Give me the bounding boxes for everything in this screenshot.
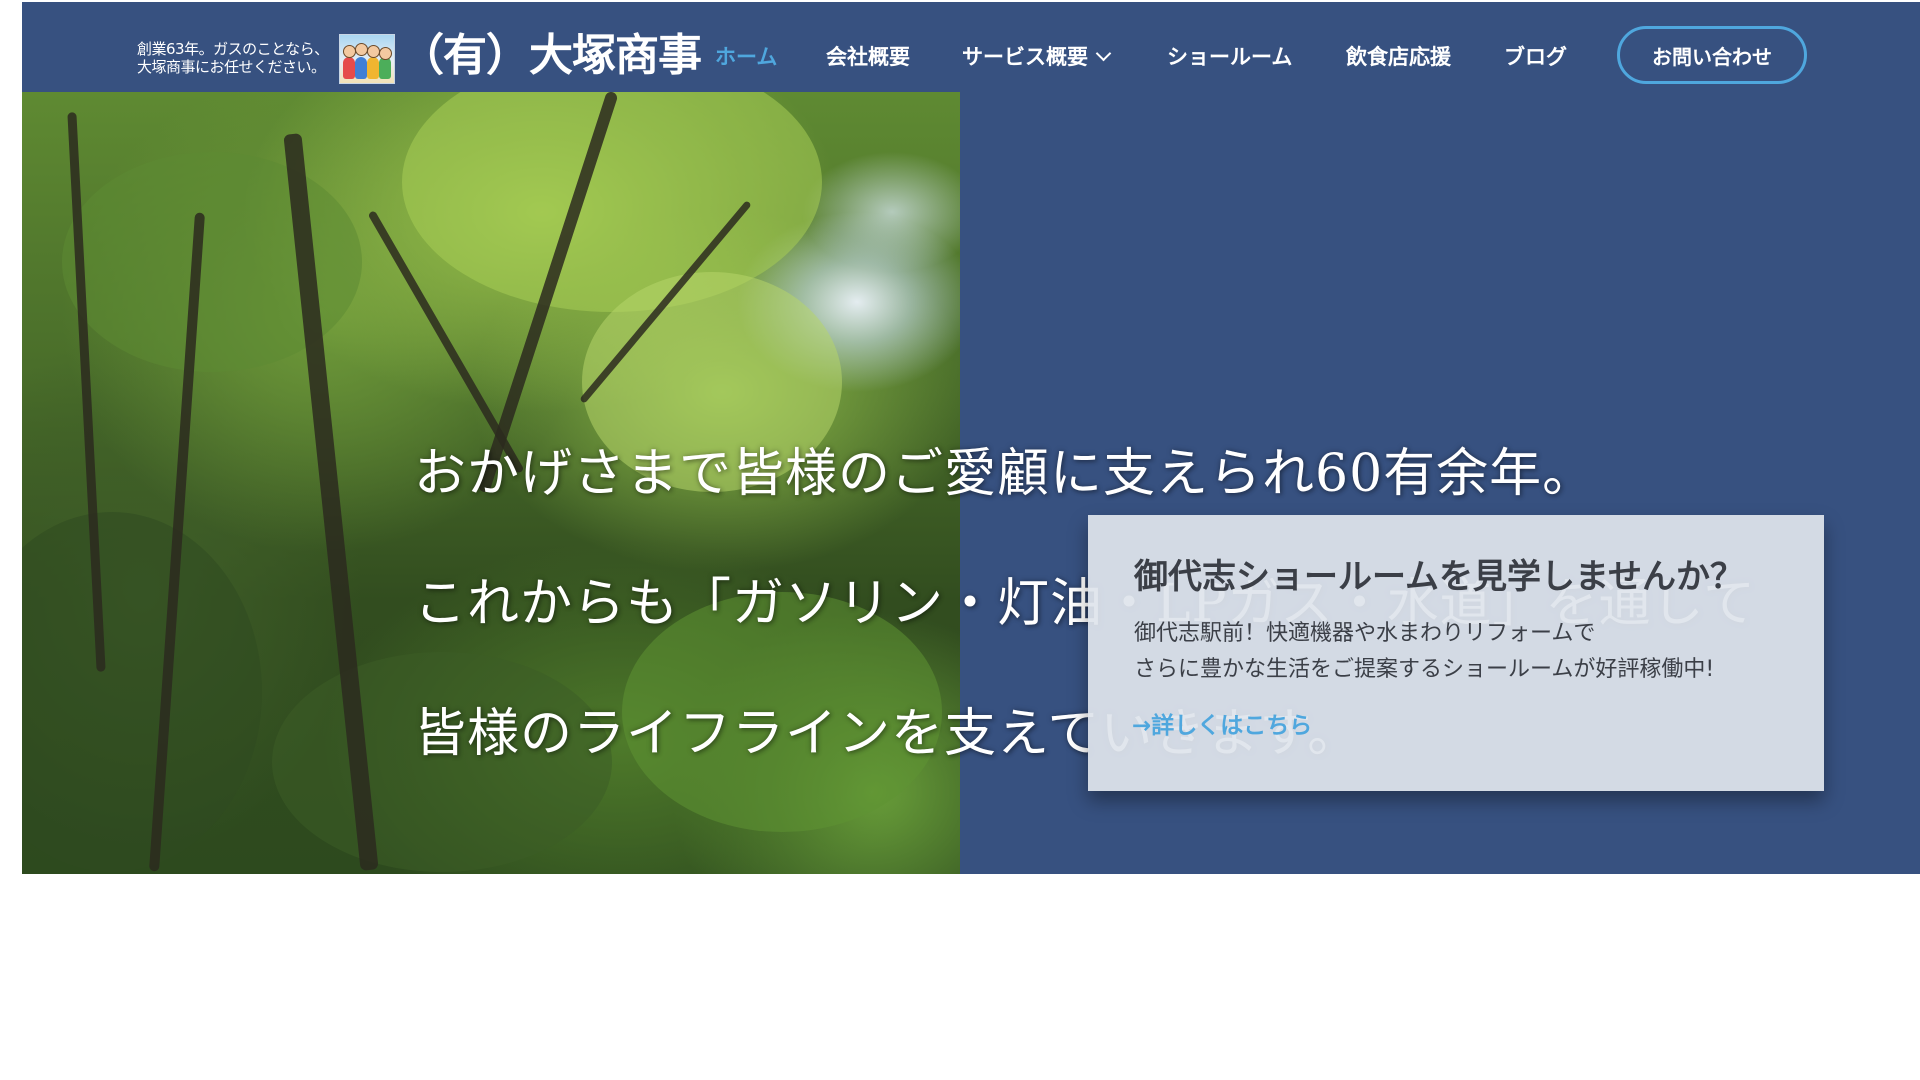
nav-item-restaurant-support[interactable]: 飲食店応援 [1346,40,1451,74]
nav-item-services[interactable]: サービス概要 [962,40,1112,74]
nav-item-showroom[interactable]: ショールーム [1167,40,1292,74]
card-text-1: 御代志駅前！快適機器や水まわりリフォームで [1134,621,1596,646]
card-details-link[interactable]: →詳しくはこちら [1132,711,1312,741]
foliage [22,512,262,872]
page: 創業63年。ガスのことなら、 大塚商事にお任せください。 （有）大塚商事 ホーム… [0,0,1920,1080]
contact-button[interactable]: お問い合わせ [1617,26,1807,84]
card-title: 御代志ショールームを見学しませんか？ [1134,557,1744,597]
nav-item-blog[interactable]: ブログ [1504,40,1567,74]
showroom-card: 御代志ショールームを見学しませんか？ 御代志駅前！快適機器や水まわりリフォームで… [1088,515,1824,791]
nav-item-home[interactable]: ホーム [715,40,777,74]
card-text-2: さらに豊かな生活をご提案するショールームが好評稼働中! [1134,657,1715,682]
hero-line-1: おかげさまで皆様のご愛顧に支えられ60有余年。 [414,444,1596,504]
nav-item-company[interactable]: 会社概要 [826,40,910,74]
hero-section: おかげさまで皆様のご愛顧に支えられ60有余年。 これからも「ガソリン・灯油・LP… [22,92,1920,874]
chevron-down-icon [1095,45,1112,62]
nav-item-services-label: サービス概要 [962,45,1088,69]
